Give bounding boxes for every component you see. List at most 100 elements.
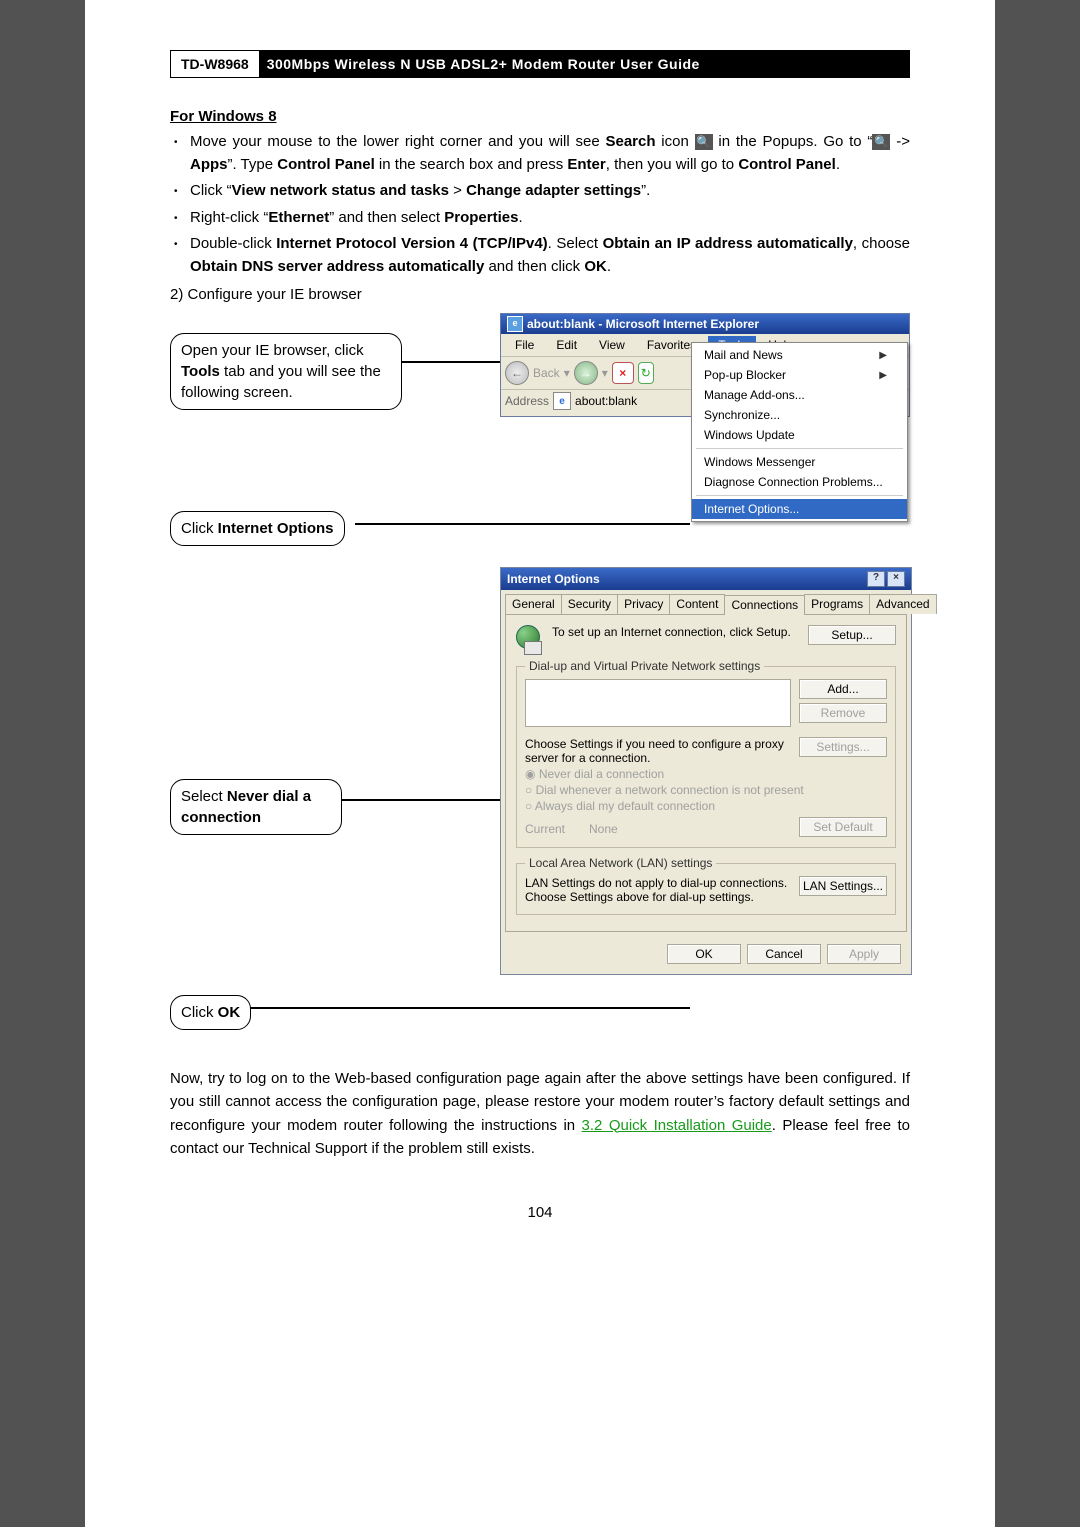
menu-file[interactable]: File (505, 336, 544, 354)
address-value[interactable]: about:blank (575, 394, 637, 408)
close-button[interactable]: × (887, 571, 905, 587)
text-bold: Control Panel (277, 156, 375, 173)
page-header: TD-W8968 300Mbps Wireless N USB ADSL2+ M… (170, 50, 910, 78)
text-bold: OK (584, 258, 607, 275)
address-label: Address (505, 394, 549, 408)
text: , then you will go to (606, 156, 739, 173)
win8-step-4: Double-click Internet Protocol Version 4… (190, 233, 910, 278)
callout-lead-line (355, 523, 690, 525)
cancel-button[interactable]: Cancel (747, 944, 821, 964)
text-bold: Properties (444, 209, 518, 226)
menu-edit[interactable]: Edit (546, 336, 587, 354)
text-bold: Enter (567, 156, 605, 173)
search-icon: 🔍 (695, 134, 713, 150)
text: Double-click (190, 235, 276, 252)
callout-click-ok: Click OK (170, 995, 251, 1030)
menu-windows-update[interactable]: Windows Update (692, 425, 907, 445)
ie-titlebar: e about:blank - Microsoft Internet Explo… (501, 314, 909, 334)
dialog-body: To set up an Internet connection, click … (505, 614, 907, 932)
page-icon: e (553, 392, 571, 410)
ie-window: e about:blank - Microsoft Internet Explo… (500, 313, 910, 417)
help-button[interactable]: ? (867, 571, 885, 587)
text-bold: Ethernet (268, 209, 329, 226)
proxy-text: Choose Settings if you need to configure… (525, 737, 791, 765)
dialog-tabs: General Security Privacy Content Connect… (501, 590, 911, 614)
document-page: TD-W8968 300Mbps Wireless N USB ADSL2+ M… (85, 0, 995, 1527)
stop-button[interactable]: × (612, 362, 634, 384)
dialog-titlebar: Internet Options ? × (501, 568, 911, 590)
tab-security[interactable]: Security (561, 594, 618, 614)
ie-icon: e (507, 316, 523, 332)
text: in the search box and press (375, 156, 568, 173)
lan-legend: Local Area Network (LAN) settings (525, 856, 716, 870)
remove-button[interactable]: Remove (799, 703, 887, 723)
text-bold: Apps (190, 156, 228, 173)
text: Click “ (190, 182, 232, 199)
menu-internet-options[interactable]: Internet Options... (692, 499, 907, 519)
tab-connections[interactable]: Connections (724, 595, 805, 615)
tab-advanced[interactable]: Advanced (869, 594, 936, 614)
text: . Select (548, 235, 603, 252)
text: ”. Type (228, 156, 278, 173)
tab-content[interactable]: Content (669, 594, 725, 614)
product-model: TD-W8968 (171, 51, 259, 77)
text-bold: Search (605, 133, 655, 150)
internet-options-figure: Select Never dial a connection Click OK … (170, 567, 910, 1027)
text: Open your IE browser, click (181, 342, 364, 359)
chevron-right-icon: ▶ (879, 350, 887, 361)
callout-open-ie: Open your IE browser, click Tools tab an… (170, 333, 402, 410)
text-bold: Tools (181, 363, 220, 380)
menu-windows-messenger[interactable]: Windows Messenger (692, 452, 907, 472)
radio-always-dial[interactable]: ○ Always dial my default connection (525, 799, 887, 813)
refresh-button[interactable]: ↻ (638, 362, 654, 384)
back-button[interactable]: ← (505, 361, 529, 385)
text-bold: Internet Protocol Version 4 (TCP/IPv4) (276, 235, 547, 252)
text: -> (890, 133, 910, 150)
tools-submenu: Mail and News▶ Pop-up Blocker▶ Manage Ad… (691, 342, 908, 522)
setup-text: To set up an Internet connection, click … (552, 625, 800, 639)
menu-separator (696, 448, 903, 449)
setup-button[interactable]: Setup... (808, 625, 896, 645)
dialup-list[interactable] (525, 679, 791, 727)
tab-programs[interactable]: Programs (804, 594, 870, 614)
dialog-title: Internet Options (507, 572, 600, 586)
menu-popup-blocker[interactable]: Pop-up Blocker▶ (692, 365, 907, 385)
menu-synchronize[interactable]: Synchronize... (692, 405, 907, 425)
menu-view[interactable]: View (589, 336, 635, 354)
lan-settings-button[interactable]: LAN Settings... (799, 876, 887, 896)
win8-step-1: Move your mouse to the lower right corne… (190, 131, 910, 176)
text: Click (181, 520, 218, 537)
radio-never-dial[interactable]: ◉ Never dial a connection (525, 767, 887, 781)
apply-button[interactable]: Apply (827, 944, 901, 964)
section-heading-win8: For Windows 8 (170, 108, 910, 125)
callout-lead-line (250, 1007, 690, 1009)
add-button[interactable]: Add... (799, 679, 887, 699)
text: > (449, 182, 466, 199)
text: Move your mouse to the lower right corne… (190, 133, 605, 150)
tab-general[interactable]: General (505, 594, 562, 614)
ok-button[interactable]: OK (667, 944, 741, 964)
text-bold: Internet Options (218, 520, 334, 537)
text-bold: View network status and tasks (232, 182, 449, 199)
win8-step-2: Click “View network status and tasks > C… (190, 180, 910, 203)
set-default-button[interactable]: Set Default (799, 817, 887, 837)
win8-step-3: Right-click “Ethernet” and then select P… (190, 207, 910, 230)
menu-manage-addons[interactable]: Manage Add-ons... (692, 385, 907, 405)
callout-never-dial: Select Never dial a connection (170, 779, 342, 835)
menu-mail-and-news[interactable]: Mail and News▶ (692, 345, 907, 365)
back-label: Back (533, 366, 560, 380)
forward-button[interactable]: → (574, 361, 598, 385)
tab-privacy[interactable]: Privacy (617, 594, 670, 614)
settings-button[interactable]: Settings... (799, 737, 887, 757)
dialup-fieldset: Dial-up and Virtual Private Network sett… (516, 659, 896, 848)
doc-title: 300Mbps Wireless N USB ADSL2+ Modem Rout… (259, 51, 909, 77)
search-icon: 🔍 (872, 134, 890, 150)
radio-dial-when-no-net[interactable]: ○ Dial whenever a network connection is … (525, 783, 887, 797)
text: Select (181, 788, 227, 805)
chevron-right-icon: ▶ (879, 370, 887, 381)
page-number: 104 (170, 1204, 910, 1221)
menu-diagnose-connection[interactable]: Diagnose Connection Problems... (692, 472, 907, 492)
callout-lead-line (402, 361, 502, 363)
text-bold: Obtain an IP address automatically (603, 235, 853, 252)
quick-install-link[interactable]: 3.2 Quick Installation Guide (582, 1117, 772, 1134)
